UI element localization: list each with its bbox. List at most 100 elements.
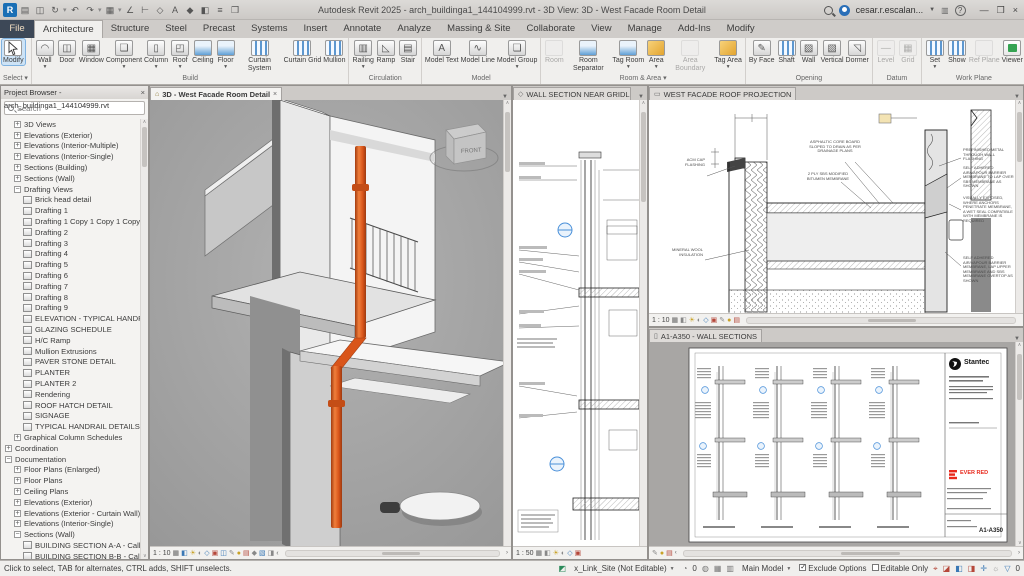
tab-3d-west-facade-room-detail[interactable]: ⌂ 3D - West Facade Room Detail ×	[150, 87, 283, 100]
railing-button[interactable]: ▥ Railing ▼	[351, 39, 374, 69]
close-icon[interactable]: ×	[273, 91, 277, 98]
open-file-icon[interactable]: ▤	[18, 3, 32, 17]
tree-item[interactable]: +3D Views	[1, 119, 140, 130]
shield-icon[interactable]: ◍	[702, 564, 709, 573]
tree-item[interactable]: + Elevations (Interior-Single)	[1, 518, 140, 529]
model-line-button[interactable]: ∿ Model Line	[460, 39, 496, 65]
ribbon-tab-massing-site[interactable]: Massing & Site	[439, 20, 518, 38]
ribbon-tab-analyze[interactable]: Analyze	[389, 20, 439, 38]
modify-button[interactable]: Modify	[1, 38, 26, 66]
grid-button[interactable]: ▦ Grid	[897, 39, 919, 65]
expand-icon[interactable]: +	[14, 498, 21, 506]
section-icon[interactable]: ◧	[198, 3, 212, 17]
dropdown-chevron-icon[interactable]: ▼	[515, 64, 520, 69]
switch-windows-icon[interactable]: ❒	[228, 3, 242, 17]
ribbon-tab-view[interactable]: View	[583, 20, 619, 38]
tree-item[interactable]: + Elevations (Interior-Multiple)	[1, 141, 140, 152]
expand-icon[interactable]: +	[14, 434, 21, 441]
user-name[interactable]: cesar.r.escalan...	[856, 5, 924, 15]
view-scale[interactable]: 1 : 50	[516, 550, 534, 557]
dormer-button[interactable]: ◹ Dormer	[845, 39, 870, 65]
tree-item[interactable]: H/C Ramp	[1, 335, 140, 346]
dropdown-chevron-icon[interactable]: ▼	[932, 64, 937, 69]
tab-a1-a350-wall-sections[interactable]: ▯ A1-A350 - WALL SECTIONS	[649, 329, 763, 342]
collapse-icon[interactable]: −	[5, 455, 12, 463]
tree-item[interactable]: SIGNAGE	[1, 411, 140, 422]
tree-item[interactable]: TYPICAL HANDRAIL DETAILS	[1, 421, 140, 432]
restore-button[interactable]: ❒	[997, 5, 1005, 16]
level-button[interactable]: — Level	[875, 39, 897, 65]
dropdown-chevron-icon[interactable]: ▼	[154, 64, 159, 69]
tree-item[interactable]: GLAZING SCHEDULE	[1, 324, 140, 335]
worksets-icon[interactable]: ◩	[559, 564, 567, 573]
default-3d-view-icon[interactable]: ◆	[183, 3, 197, 17]
select-link-icon[interactable]: ⌖	[933, 564, 938, 574]
window-button[interactable]: ▦ Window	[78, 39, 105, 65]
horizontal-scrollbar[interactable]	[284, 549, 500, 557]
minimize-button[interactable]: —	[980, 5, 989, 16]
qat-split-chevron-icon[interactable]: ▾	[63, 6, 67, 14]
selection-gear-icon[interactable]: ☼	[992, 564, 999, 573]
expand-icon[interactable]: +	[14, 142, 21, 150]
collapse-icon[interactable]: −	[14, 185, 21, 193]
tree-item[interactable]: Drafting 3	[1, 238, 140, 249]
ramp-button[interactable]: ◺ Ramp	[375, 39, 397, 65]
view-scale[interactable]: 1 : 10	[153, 550, 171, 557]
ribbon-tab-structure[interactable]: Structure	[103, 20, 158, 38]
drag-on-selection-icon[interactable]: ✛	[980, 564, 987, 573]
ribbon-tab-modify[interactable]: Modify	[719, 20, 763, 38]
tag-by-category-icon[interactable]: ◇	[153, 3, 167, 17]
expand-icon[interactable]: +	[14, 466, 21, 474]
tree-item[interactable]: − Drafting Views	[1, 184, 140, 195]
workset-dropdown[interactable]: x_Link_Site (Not Editable) ▼	[571, 563, 677, 574]
select-by-face-icon[interactable]: ◨	[968, 564, 976, 573]
ref-plane-button[interactable]: Ref Plane	[968, 39, 1001, 65]
roof-view-control-bar[interactable]: 1 : 10 ▦ ◧ ☀ ◐ ◇ ▣ ✎ ● ▤	[649, 313, 1023, 326]
tree-item[interactable]: Drafting 5	[1, 259, 140, 270]
close-button[interactable]: ×	[1013, 5, 1018, 16]
wall-button[interactable]: ▨ Wall	[798, 39, 820, 65]
column-button[interactable]: ▯ Column ▼	[143, 39, 169, 69]
tree-item[interactable]: + Elevations (Exterior)	[1, 497, 140, 508]
ribbon-tab-collaborate[interactable]: Collaborate	[519, 20, 584, 38]
ribbon-tab-annotate[interactable]: Annotate	[335, 20, 389, 38]
save-icon[interactable]: ◫	[33, 3, 47, 17]
dropdown-chevron-icon[interactable]: ▼	[361, 64, 366, 69]
sync-with-central-icon[interactable]: ↻	[48, 3, 62, 17]
search-icon[interactable]	[823, 5, 833, 15]
revit-logo-icon[interactable]: R	[3, 2, 17, 17]
dropdown-chevron-icon[interactable]: ▼	[121, 64, 126, 69]
tab-west-facade-roof-projection[interactable]: ▭ WEST FACADE ROOF PROJECTION	[649, 87, 797, 100]
aligned-dimension-icon[interactable]: ⊢	[138, 3, 152, 17]
editable-only-checkbox[interactable]: Editable Only	[871, 564, 928, 573]
room-button[interactable]: Room	[543, 39, 565, 65]
main-view-control-bar[interactable]: 1 : 10 ▦ ◧ ☀ ◐ ◇ ▣ ◫ ✎ ● ▤ ◆ ▧ ◨ ‹ ›	[150, 546, 511, 559]
area-button[interactable]: Area ▼	[645, 39, 667, 69]
tree-item[interactable]: PLANTER 2	[1, 378, 140, 389]
avatar[interactable]	[838, 4, 850, 16]
expand-icon[interactable]: +	[5, 444, 12, 452]
select-pinned-icon[interactable]: ◧	[955, 564, 963, 573]
filter-icon[interactable]: ▽	[1004, 564, 1010, 573]
panel-label[interactable]: Room & Area ▾	[541, 73, 745, 84]
tree-item[interactable]: + Sections (Wall)	[1, 173, 140, 184]
sheet-canvas[interactable]: Stantec EVER RED A1-A350	[649, 342, 1015, 546]
main-3d-canvas[interactable]: FRONT	[150, 100, 511, 546]
expand-icon[interactable]: +	[14, 509, 21, 517]
tree-item[interactable]: Drafting 9	[1, 303, 140, 314]
curtain-grid-button[interactable]: Curtain Grid	[283, 39, 323, 65]
expand-icon[interactable]: +	[14, 520, 21, 528]
tree-item[interactable]: + Elevations (Interior-Single)	[1, 151, 140, 162]
set-button[interactable]: Set ▼	[924, 39, 946, 69]
vertical-scrollbar[interactable]: ∧	[639, 100, 647, 546]
dropdown-chevron-icon[interactable]: ▼	[626, 64, 631, 69]
collapse-icon[interactable]: −	[14, 531, 21, 539]
thin-lines-icon[interactable]: ≡	[213, 3, 227, 17]
measure-icon[interactable]: ∠	[123, 3, 137, 17]
show-button[interactable]: Show	[946, 39, 968, 65]
close-icon[interactable]: ×	[141, 86, 145, 99]
by-face-button[interactable]: ✎ By Face	[748, 39, 776, 65]
mullion-button[interactable]: Mullion	[322, 39, 346, 65]
section-canvas[interactable]	[513, 100, 639, 546]
section-view-control-bar[interactable]: 1 : 50 ▦ ◧ ☀ ◐ ◇ ▣	[513, 546, 647, 559]
